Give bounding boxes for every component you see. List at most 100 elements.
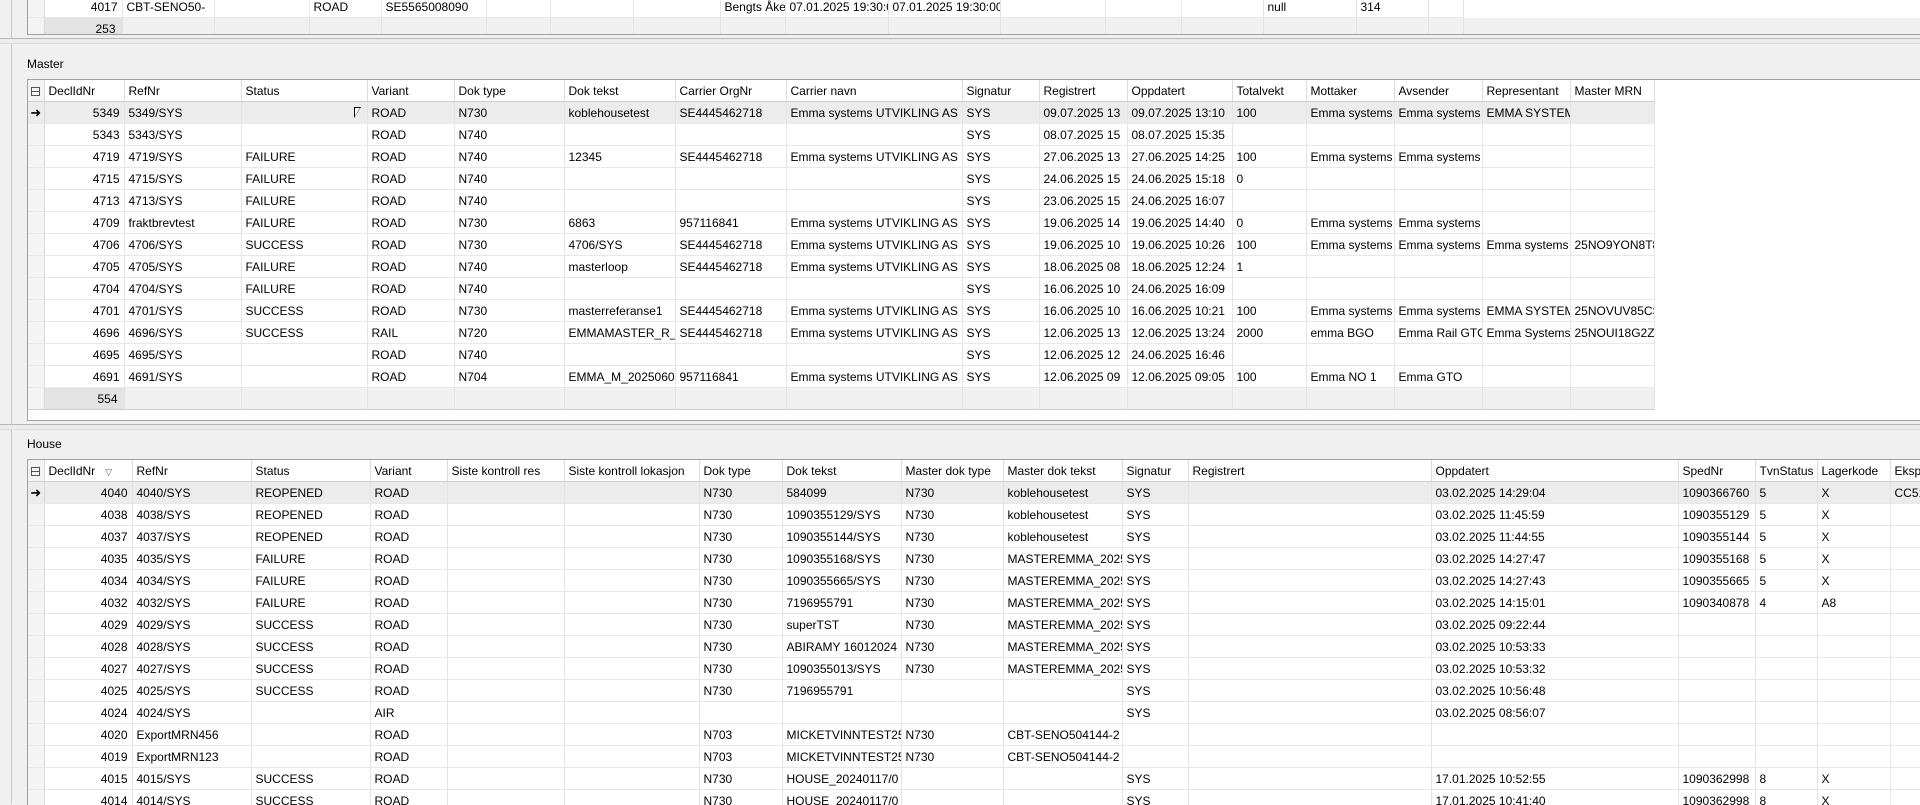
table-row[interactable]: 40244024/SYSAIRSYS03.02.2025 08:56:07 xyxy=(28,702,1920,724)
table-cell[interactable] xyxy=(1817,702,1890,724)
table-row[interactable]: 40344034/SYSFAILUREROADN7301090355665/SY… xyxy=(28,570,1920,592)
table-cell[interactable]: ROAD xyxy=(370,658,447,680)
table-cell[interactable]: 0 xyxy=(1232,212,1306,234)
table-cell[interactable]: ABIRAMY 16012024 xyxy=(782,636,901,658)
table-cell[interactable] xyxy=(1188,680,1431,702)
table-cell[interactable] xyxy=(675,344,786,366)
table-cell[interactable]: 25NO9YON8T8 xyxy=(1570,234,1654,256)
table-cell[interactable] xyxy=(1482,366,1570,388)
table-cell[interactable]: Emma systems xyxy=(1306,300,1394,322)
table-row[interactable]: 40254025/SYSSUCCESSROADN7307196955791SYS… xyxy=(28,680,1920,702)
top-grid[interactable]: 4017CBT-SENO50-ROADSE5565008090Bengts Åk… xyxy=(27,0,1920,35)
table-cell[interactable]: REOPENED xyxy=(251,504,370,526)
table-cell[interactable] xyxy=(564,570,699,592)
table-cell[interactable] xyxy=(1817,724,1890,746)
table-cell[interactable] xyxy=(1188,746,1431,768)
table-cell[interactable]: 24.06.2025 16:07 xyxy=(1127,190,1232,212)
table-cell[interactable] xyxy=(782,702,901,724)
table-cell[interactable]: SYS xyxy=(1122,614,1188,636)
table-cell[interactable]: N730 xyxy=(901,592,1003,614)
table-cell[interactable]: 100 xyxy=(1232,366,1306,388)
table-cell[interactable]: SYS xyxy=(1122,592,1188,614)
table-cell[interactable] xyxy=(1890,768,1920,790)
table-cell[interactable]: 03.02.2025 10:56:48 xyxy=(1431,680,1678,702)
table-cell[interactable]: 24.06.2025 16:09 xyxy=(1127,278,1232,300)
table-cell[interactable]: 4015/SYS xyxy=(132,768,251,790)
table-cell[interactable]: 23.06.2025 15 xyxy=(1039,190,1127,212)
table-cell[interactable]: 4028/SYS xyxy=(132,636,251,658)
table-cell[interactable] xyxy=(1570,102,1654,124)
table-row[interactable]: 40354035/SYSFAILUREROADN7301090355168/SY… xyxy=(28,548,1920,570)
table-cell[interactable]: 4025/SYS xyxy=(132,680,251,702)
table-cell[interactable] xyxy=(1570,146,1654,168)
table-cell[interactable] xyxy=(1482,190,1570,212)
table-cell[interactable] xyxy=(1188,592,1431,614)
column-header-refnr[interactable]: RefNr xyxy=(124,80,241,102)
table-cell[interactable] xyxy=(786,190,962,212)
table-cell[interactable]: 4017 xyxy=(44,0,122,18)
table-cell[interactable]: Emma systems xyxy=(1394,212,1482,234)
table-cell[interactable]: ROAD xyxy=(367,190,454,212)
table-cell[interactable]: SYS xyxy=(962,344,1039,366)
table-cell[interactable]: SYS xyxy=(962,278,1039,300)
table-cell[interactable]: SYS xyxy=(962,322,1039,344)
table-cell[interactable] xyxy=(1188,658,1431,680)
table-cell[interactable] xyxy=(564,680,699,702)
table-cell[interactable]: HOUSE_20240117/0 xyxy=(782,768,901,790)
table-cell[interactable] xyxy=(564,592,699,614)
table-cell[interactable]: N730 xyxy=(699,592,782,614)
table-cell[interactable]: ROAD xyxy=(370,482,447,504)
table-row[interactable]: 46954695/SYSROADN740SYS12.06.2025 1224.0… xyxy=(28,344,1654,366)
table-cell[interactable]: ExportMRN123 xyxy=(132,746,251,768)
table-cell[interactable] xyxy=(564,746,699,768)
table-cell[interactable] xyxy=(1188,768,1431,790)
table-cell[interactable]: SYS xyxy=(1122,702,1188,724)
table-row[interactable]: 4019ExportMRN123ROADN703MICKETVINNTEST25… xyxy=(28,746,1920,768)
table-cell[interactable]: Emma systems xyxy=(1394,234,1482,256)
table-cell[interactable] xyxy=(550,0,633,18)
table-cell[interactable] xyxy=(241,102,367,124)
table-cell[interactable] xyxy=(1755,658,1817,680)
table-cell[interactable] xyxy=(1570,344,1654,366)
splitter-middle[interactable] xyxy=(0,424,1920,430)
table-cell[interactable]: X xyxy=(1817,570,1890,592)
table-cell[interactable] xyxy=(564,658,699,680)
column-header-lagerkode[interactable]: Lagerkode xyxy=(1817,460,1890,482)
table-cell[interactable]: 4701/SYS xyxy=(124,300,241,322)
table-cell[interactable] xyxy=(564,702,699,724)
table-cell[interactable] xyxy=(1431,724,1678,746)
table-cell[interactable]: 07.01.2025 19:30:00 xyxy=(785,0,888,18)
table-cell[interactable] xyxy=(1817,614,1890,636)
table-cell[interactable] xyxy=(1188,482,1431,504)
table-cell[interactable]: N730 xyxy=(901,548,1003,570)
table-cell[interactable] xyxy=(1817,746,1890,768)
table-cell[interactable]: 4037/SYS xyxy=(132,526,251,548)
table-cell[interactable] xyxy=(1890,614,1920,636)
table-cell[interactable] xyxy=(447,746,564,768)
table-cell[interactable]: SYS xyxy=(1122,482,1188,504)
column-header-spednr[interactable]: SpedNr xyxy=(1678,460,1755,482)
table-cell[interactable]: 4038 xyxy=(44,504,132,526)
table-cell[interactable] xyxy=(901,702,1003,724)
table-cell[interactable]: ROAD xyxy=(367,212,454,234)
table-cell[interactable]: ROAD xyxy=(370,768,447,790)
table-cell[interactable]: N740 xyxy=(454,344,564,366)
table-cell[interactable] xyxy=(675,124,786,146)
table-cell[interactable]: 12.06.2025 13 xyxy=(1039,322,1127,344)
table-cell[interactable]: SYS xyxy=(962,146,1039,168)
column-header-declidnr[interactable]: DeclIdNr xyxy=(44,80,124,102)
table-cell[interactable]: 100 xyxy=(1232,102,1306,124)
table-cell[interactable] xyxy=(564,548,699,570)
table-cell[interactable] xyxy=(447,768,564,790)
table-cell[interactable]: Emma systems xyxy=(1482,234,1570,256)
table-cell[interactable] xyxy=(486,0,550,18)
column-header-dok-type[interactable]: Dok type xyxy=(699,460,782,482)
table-cell[interactable]: 16.06.2025 10 xyxy=(1039,278,1127,300)
table-cell[interactable]: 4035 xyxy=(44,548,132,570)
table-cell[interactable]: SUCCESS xyxy=(241,322,367,344)
table-cell[interactable] xyxy=(901,790,1003,805)
table-cell[interactable]: 4032 xyxy=(44,592,132,614)
table-cell[interactable] xyxy=(1890,526,1920,548)
table-cell[interactable]: 27.06.2025 13 xyxy=(1039,146,1127,168)
column-header-status[interactable]: Status xyxy=(251,460,370,482)
